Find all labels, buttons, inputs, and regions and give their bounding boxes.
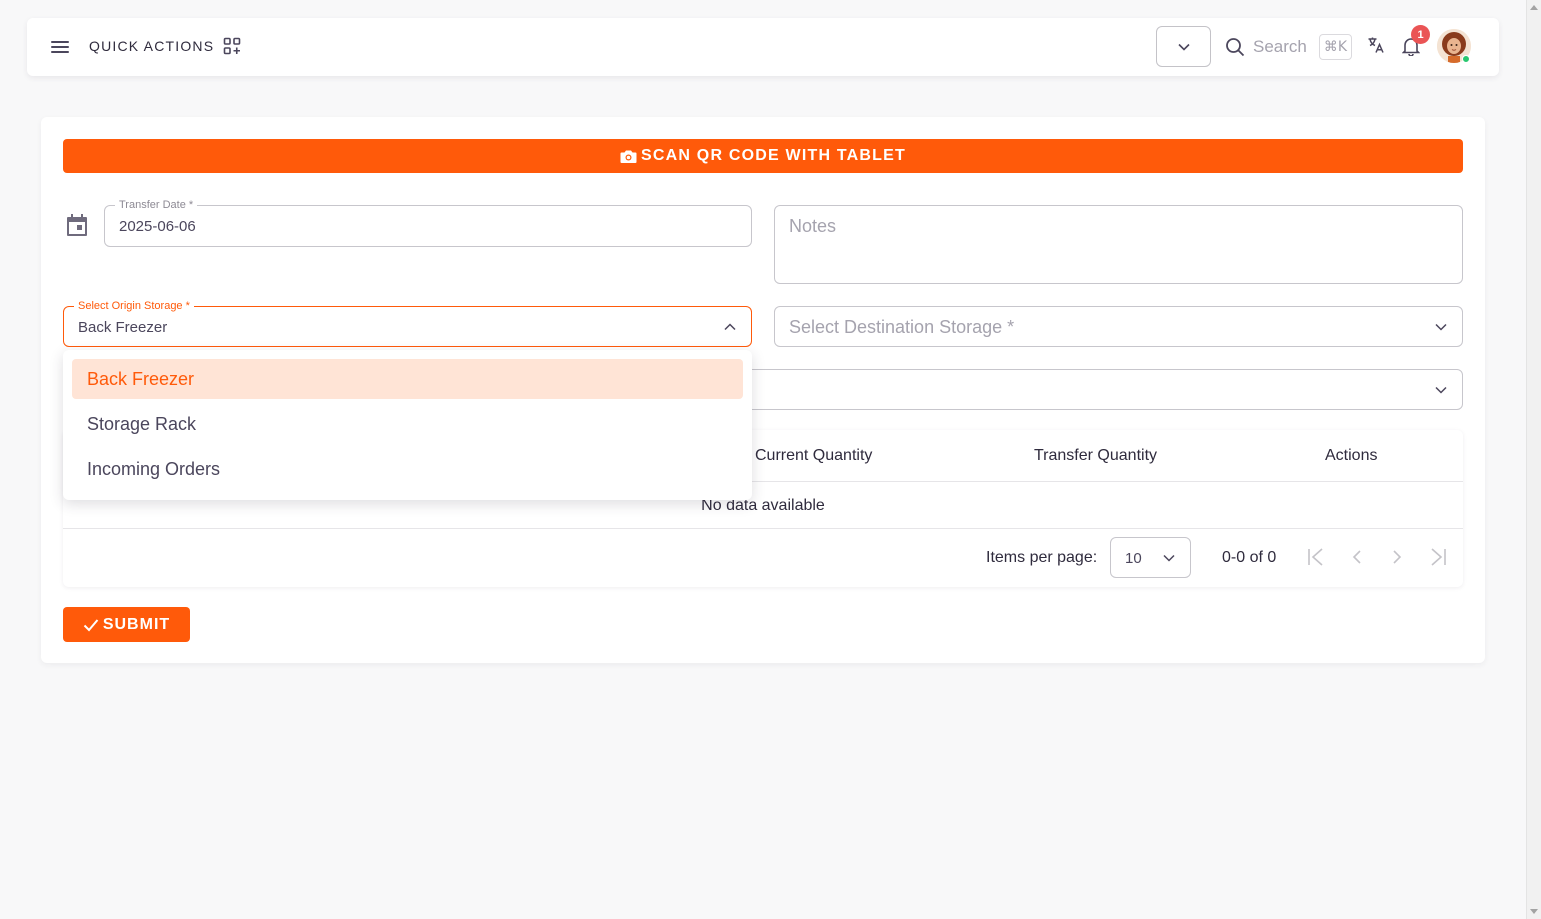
- origin-storage-label: Select Origin Storage *: [74, 300, 194, 312]
- quick-actions-label: QUICK ACTIONS: [89, 38, 215, 54]
- calendar-icon[interactable]: [66, 213, 88, 237]
- column-actions: Actions: [1325, 447, 1378, 464]
- items-per-page-value: 10: [1125, 550, 1142, 567]
- search-icon: [1226, 38, 1245, 57]
- search-button[interactable]: Search ⌘K: [1225, 30, 1353, 64]
- submit-button[interactable]: SUBMIT: [63, 607, 190, 642]
- destination-storage-select[interactable]: Select Destination Storage *: [774, 306, 1463, 347]
- scroll-down-icon[interactable]: [1530, 909, 1538, 914]
- search-label: Search: [1253, 37, 1307, 56]
- page-scrollbar[interactable]: [1526, 0, 1541, 919]
- search-shortcut: ⌘K: [1318, 34, 1353, 60]
- last-page-icon[interactable]: [1427, 546, 1449, 568]
- top-navbar: QUICK ACTIONS Search ⌘K 1: [27, 18, 1499, 76]
- chevron-down-icon: [1163, 554, 1175, 562]
- notes-textarea[interactable]: Notes: [774, 205, 1463, 284]
- nav-dropdown[interactable]: [1156, 26, 1211, 67]
- items-per-page-select[interactable]: 10: [1110, 537, 1191, 578]
- chevron-down-icon: [1177, 43, 1190, 51]
- transfer-date-field[interactable]: Transfer Date * 2025-06-06: [104, 199, 752, 247]
- menu-icon[interactable]: [51, 38, 69, 56]
- quick-actions-button[interactable]: QUICK ACTIONS: [89, 37, 241, 55]
- previous-page-icon[interactable]: [1349, 546, 1365, 568]
- origin-option-back-freezer[interactable]: Back Freezer: [72, 359, 743, 399]
- camera-icon: [620, 150, 637, 163]
- transfer-date-label: Transfer Date *: [115, 199, 198, 211]
- column-current-quantity[interactable]: Current Quantity: [755, 447, 872, 465]
- table-pagination: Items per page: 10 0-0 of 0: [63, 530, 1463, 586]
- origin-storage-value: Back Freezer: [78, 319, 168, 336]
- destination-storage-placeholder: Select Destination Storage *: [789, 317, 1015, 337]
- translate-icon[interactable]: [1367, 36, 1385, 54]
- grid-plus-icon: [223, 37, 241, 55]
- pagination-range: 0-0 of 0: [1222, 549, 1277, 566]
- chevron-down-icon: [1435, 386, 1447, 394]
- origin-option-storage-rack[interactable]: Storage Rack: [72, 404, 743, 444]
- origin-storage-select[interactable]: Select Origin Storage * Back Freezer: [63, 300, 752, 347]
- first-page-icon[interactable]: [1305, 546, 1327, 568]
- notification-badge: 1: [1411, 25, 1430, 44]
- notes-placeholder: Notes: [789, 216, 837, 236]
- check-icon: [83, 618, 99, 631]
- next-page-icon[interactable]: [1389, 546, 1405, 568]
- origin-storage-menu: Back Freezer Storage Rack Incoming Order…: [63, 350, 752, 500]
- product-select[interactable]: [741, 369, 1463, 410]
- items-per-page-label: Items per page:: [986, 549, 1098, 566]
- scan-qr-button[interactable]: SCAN QR CODE WITH TABLET: [63, 139, 1463, 173]
- column-transfer-quantity[interactable]: Transfer Quantity: [1034, 447, 1157, 465]
- scroll-up-icon[interactable]: [1530, 5, 1538, 10]
- chevron-down-icon: [1435, 323, 1447, 331]
- submit-label: SUBMIT: [102, 615, 171, 633]
- online-status-dot: [1462, 55, 1470, 63]
- chevron-up-icon: [724, 323, 736, 331]
- scan-qr-label: SCAN QR CODE WITH TABLET: [641, 147, 906, 164]
- transfer-date-value: 2025-06-06: [119, 218, 196, 235]
- origin-option-incoming-orders[interactable]: Incoming Orders: [72, 449, 743, 489]
